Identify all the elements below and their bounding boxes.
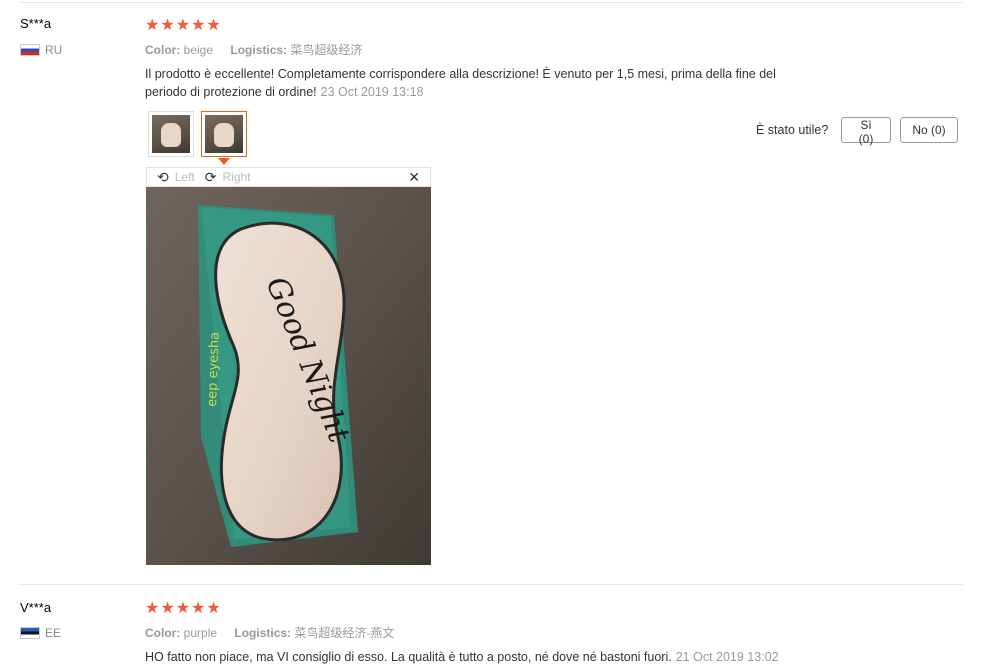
reviewer-name: S***a [20, 16, 52, 31]
color-value: beige [183, 43, 214, 57]
review-attributes: Color: beige Logistics: 菜鸟超级经济 [145, 41, 376, 58]
review-text: HO fatto non piace, ma VI consiglio di e… [145, 648, 945, 666]
top-divider [18, 2, 963, 3]
review-photo-thumbnail[interactable] [148, 111, 194, 157]
active-thumb-caret [218, 158, 230, 165]
package-text: eep eyesha [205, 332, 223, 408]
review-photo-thumbnail-active[interactable] [201, 111, 247, 157]
color-label: Color: [145, 43, 181, 57]
reviewer-country: RU [20, 43, 62, 57]
review-text-line: Il prodotto è eccellente! Completamente … [145, 67, 776, 81]
rotate-right-label: Right [222, 170, 251, 184]
rotate-left-icon: ⟲ [157, 168, 169, 185]
rating-stars: ★★★★★ [145, 17, 222, 34]
logistics-label: Logistics: [230, 43, 288, 57]
logistics-value: 菜鸟超级经济-燕文 [294, 626, 395, 640]
rating-stars: ★★★★★ [145, 600, 222, 617]
review-divider [18, 584, 963, 585]
rotate-right-button[interactable]: ⟳ Right [205, 169, 251, 186]
helpful-no-button[interactable]: No (0) [900, 117, 958, 143]
close-icon[interactable]: ✕ [408, 169, 420, 186]
photo-viewer-toolbar: ⟲ Left ⟳ Right ✕ [146, 167, 431, 187]
logistics-label: Logistics: [234, 626, 292, 640]
reviewer-name: V***a [20, 600, 52, 615]
rotate-left-button[interactable]: ⟲ Left [157, 169, 195, 186]
helpful-label: È stato utile? [756, 123, 829, 137]
review-attributes: Color: purple Logistics: 菜鸟超级经济-燕文 [145, 624, 408, 641]
color-label: Color: [145, 626, 181, 640]
review-date: 21 Oct 2019 13:02 [675, 650, 779, 664]
reviewer-country: EE [20, 626, 61, 640]
country-code: EE [45, 626, 62, 640]
review-text-line: periodo di protezione di ordine! 23 Oct 2… [145, 85, 424, 99]
review-date: 23 Oct 2019 13:18 [320, 85, 424, 99]
color-value: purple [183, 626, 218, 640]
russia-flag-icon [20, 44, 40, 56]
country-code: RU [45, 43, 63, 57]
review-text: Il prodotto è eccellente! Completamente … [145, 65, 845, 101]
logistics-value: 菜鸟超级经济 [290, 43, 363, 57]
rotate-right-icon: ⟳ [204, 168, 217, 185]
review-photo-large: eep eyesha Good Night [146, 187, 431, 565]
review-text-line: HO fatto non piace, ma VI consiglio di e… [145, 650, 672, 664]
helpful-yes-button[interactable]: Sì (0) [841, 117, 891, 146]
rotate-left-label: Left [174, 170, 195, 184]
estonia-flag-icon [20, 627, 40, 639]
